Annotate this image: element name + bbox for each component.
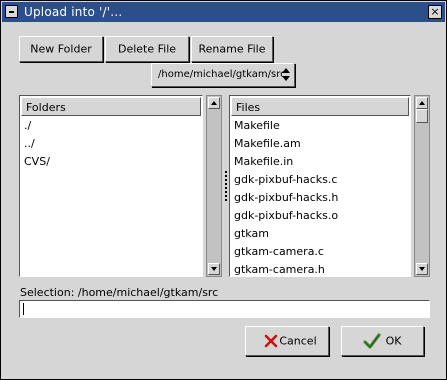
files-list[interactable]: Files Makefile Makefile.am Makefile.in g… (229, 95, 411, 277)
rename-file-button[interactable]: Rename File (191, 36, 273, 62)
upload-dialog: Upload into '/'... × New Folder Delete F… (0, 0, 447, 380)
path-dropdown-value: /home/michael/gtkam/src (158, 69, 286, 80)
files-column-header[interactable]: Files (231, 97, 409, 116)
folder-item[interactable]: ../ (24, 135, 35, 153)
folders-header-label: Folders (26, 101, 66, 114)
file-item[interactable]: Makefile.in (234, 153, 293, 171)
folder-item[interactable]: CVS/ (24, 153, 50, 171)
updown-arrows-icon[interactable] (281, 67, 291, 83)
scroll-down-icon[interactable] (416, 263, 428, 275)
folders-list[interactable]: Folders ./ ../ CVS/ (19, 95, 203, 277)
delete-file-button[interactable]: Delete File (105, 36, 189, 62)
file-item[interactable]: gdk-pixbuf-hacks.c (234, 171, 337, 189)
path-dropdown[interactable]: /home/michael/gtkam/src (151, 63, 295, 87)
file-item[interactable]: gdk-pixbuf-hacks.h (234, 189, 338, 207)
folder-item[interactable]: ./ (24, 117, 31, 135)
file-item[interactable]: Makefile (234, 117, 280, 135)
file-item[interactable]: gtkam-camera.c (234, 243, 324, 261)
new-folder-label: New Folder (30, 42, 92, 56)
file-item[interactable]: gtkam (234, 225, 269, 243)
file-item[interactable]: gtkam-camera.h (234, 261, 325, 276)
scroll-up-icon[interactable] (208, 97, 220, 109)
window-menu-icon[interactable] (5, 5, 18, 18)
new-folder-button[interactable]: New Folder (19, 36, 103, 62)
selection-input-field[interactable] (22, 302, 424, 315)
scroll-up-icon[interactable] (416, 97, 428, 109)
file-item[interactable]: gdk-pixbuf-hacks.o (234, 207, 338, 225)
delete-file-label: Delete File (117, 42, 177, 56)
cancel-button[interactable]: Cancel (245, 326, 329, 356)
close-icon[interactable]: × (428, 5, 442, 19)
scroll-down-icon[interactable] (208, 263, 220, 275)
files-header-label: Files (236, 101, 261, 114)
folders-column-header[interactable]: Folders (21, 97, 201, 116)
title-bar[interactable]: Upload into '/'... × (2, 2, 445, 22)
ok-button[interactable]: OK (341, 326, 424, 356)
selection-label: Selection: /home/michael/gtkam/src (20, 286, 219, 299)
files-scrollbar[interactable] (414, 95, 430, 277)
ok-label: OK (385, 334, 402, 348)
file-item[interactable]: Makefile.am (234, 135, 301, 153)
selection-input[interactable] (19, 300, 430, 318)
window-title: Upload into '/'... (24, 5, 123, 19)
folders-scrollbar[interactable] (206, 95, 222, 277)
rename-file-label: Rename File (198, 42, 266, 56)
pane-resize-grip[interactable] (224, 171, 228, 205)
files-scroll-thumb[interactable] (416, 109, 428, 123)
cancel-label: Cancel (279, 334, 317, 348)
